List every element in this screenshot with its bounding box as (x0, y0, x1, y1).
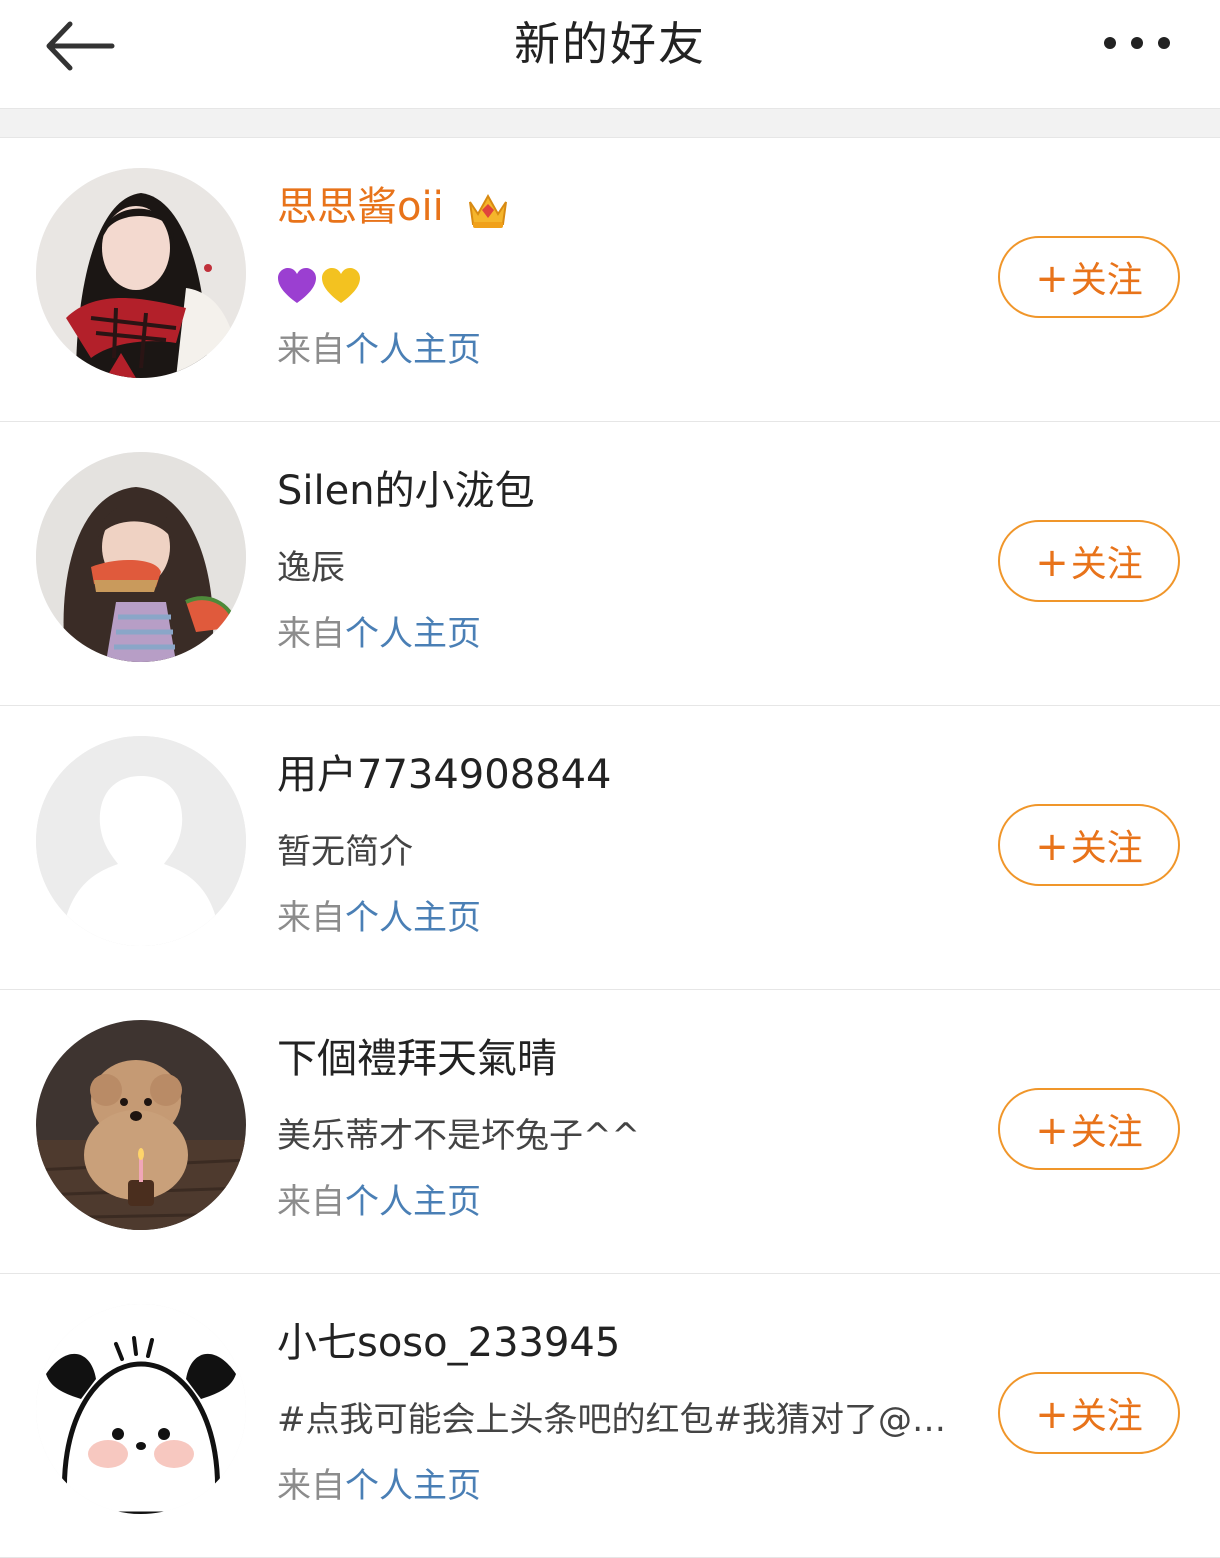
profile-link[interactable]: 个人主页 (345, 330, 481, 370)
user-bio: 美乐蒂才不是坏兔子^^ (277, 1116, 640, 1156)
list-item[interactable]: 思思酱oii 来自个人主页 +关注 (0, 138, 1220, 422)
list-item[interactable]: 小七soso_233945 #点我可能会上头条吧的红包#我猜对了@… 来自个人主… (0, 1274, 1220, 1558)
follow-button[interactable]: +关注 (998, 1088, 1180, 1170)
user-bio: 逸辰 (277, 548, 345, 588)
source-text: 来自个人主页 (277, 1466, 481, 1506)
user-bio: 暂无简介 (277, 832, 413, 872)
plus-icon: + (1035, 824, 1069, 870)
avatar[interactable] (36, 1304, 246, 1514)
plus-icon: + (1035, 256, 1069, 302)
user-name[interactable]: 用户7734908844 (277, 748, 612, 802)
profile-link[interactable]: 个人主页 (345, 898, 481, 938)
plus-icon: + (1035, 540, 1069, 586)
follow-button[interactable]: +关注 (998, 804, 1180, 886)
avatar[interactable] (36, 1020, 246, 1230)
profile-link[interactable]: 个人主页 (345, 1182, 481, 1222)
more-dots-icon (1104, 37, 1170, 49)
user-name[interactable]: Silen的小泷包 (277, 464, 535, 518)
user-bio (277, 261, 365, 307)
page-title: 新的好友 (514, 17, 706, 71)
list-item[interactable]: Silen的小泷包 逸辰 来自个人主页 +关注 (0, 422, 1220, 706)
profile-link[interactable]: 个人主页 (345, 1466, 481, 1506)
yellow-heart-icon (322, 267, 360, 303)
top-bar: 新的好友 (0, 0, 1220, 109)
user-name[interactable]: 思思酱oii (277, 180, 510, 234)
source-text: 来自个人主页 (277, 1182, 481, 1222)
purple-heart-icon (278, 267, 316, 303)
follow-button[interactable]: +关注 (998, 1372, 1180, 1454)
avatar[interactable] (36, 452, 246, 662)
user-name[interactable]: 下個禮拜天氣晴 (277, 1032, 557, 1086)
crown-icon (469, 193, 508, 228)
new-friends-list: 思思酱oii 来自个人主页 +关注 Silen的小泷包 逸辰 来自个人主页 +关… (0, 138, 1220, 1558)
source-text: 来自个人主页 (277, 330, 481, 370)
default-avatar-icon (36, 736, 246, 946)
source-text: 来自个人主页 (277, 614, 481, 654)
follow-button[interactable]: +关注 (998, 236, 1180, 318)
plus-icon: + (1035, 1392, 1069, 1438)
user-bio: #点我可能会上头条吧的红包#我猜对了@… (277, 1400, 946, 1440)
list-item[interactable]: 用户7734908844 暂无简介 来自个人主页 +关注 (0, 706, 1220, 990)
source-text: 来自个人主页 (277, 898, 481, 938)
profile-link[interactable]: 个人主页 (345, 614, 481, 654)
avatar[interactable] (36, 168, 246, 378)
list-item[interactable]: 下個禮拜天氣晴 美乐蒂才不是坏兔子^^ 来自个人主页 +关注 (0, 990, 1220, 1274)
user-name[interactable]: 小七soso_233945 (277, 1316, 620, 1370)
more-button[interactable] (1100, 26, 1174, 60)
avatar[interactable] (36, 736, 246, 946)
follow-button[interactable]: +关注 (998, 520, 1180, 602)
section-gap (0, 109, 1220, 138)
plus-icon: + (1035, 1108, 1069, 1154)
